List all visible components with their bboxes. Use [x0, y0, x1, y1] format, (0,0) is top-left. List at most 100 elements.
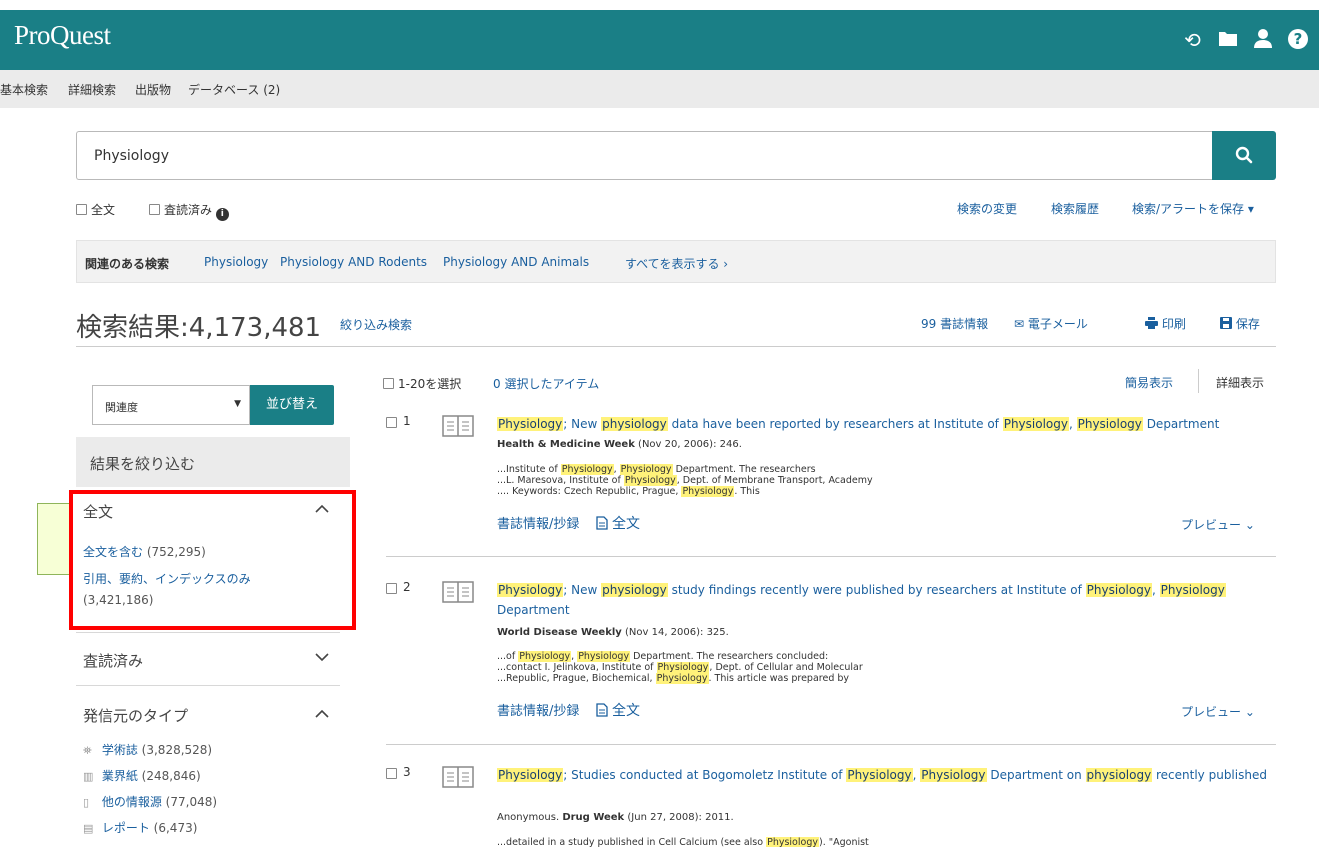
- source-type-item[interactable]: ▥ 業界紙 (248,846): [83, 767, 201, 784]
- result-checkbox[interactable]: [386, 768, 397, 779]
- help-icon[interactable]: ?: [1280, 28, 1315, 55]
- related-search-link[interactable]: Physiology: [204, 255, 268, 269]
- cite-button[interactable]: 99 書誌情報: [921, 315, 988, 332]
- info-icon[interactable]: i: [215, 208, 229, 221]
- result-checkbox[interactable]: [386, 583, 397, 594]
- result-links: 書誌情報/抄録 全文: [497, 700, 640, 720]
- book-icon: [442, 414, 474, 438]
- nav-databases[interactable]: データベース (2): [188, 81, 280, 98]
- result-title[interactable]: Physiology; New physiology data have bee…: [497, 414, 1267, 434]
- detailed-view-link[interactable]: 詳細表示: [1216, 374, 1264, 391]
- results-count-title: 検索結果:4,173,481: [76, 313, 322, 343]
- save-search-alert-link[interactable]: 検索/アラートを保存 ▾: [1132, 200, 1254, 217]
- scholarly-journal-icon: ⛯: [83, 744, 92, 757]
- result-title[interactable]: Physiology; New physiology study finding…: [497, 580, 1267, 620]
- select-all-checkbox[interactable]: [383, 378, 394, 389]
- other-sources-icon: ▯: [83, 796, 90, 809]
- user-icon[interactable]: [1245, 28, 1280, 55]
- related-searches-label: 関連のある検索: [85, 257, 170, 271]
- source-type-label: 業界紙: [101, 769, 138, 783]
- save-button[interactable]: 保存: [1220, 315, 1260, 332]
- search-box: [76, 131, 1213, 180]
- result-title[interactable]: Physiology; Studies conducted at Bogomol…: [497, 765, 1267, 785]
- proquest-logo[interactable]: ProQuest: [14, 20, 111, 51]
- result-number: 3: [403, 765, 411, 779]
- refine-search-link[interactable]: 絞り込み検索: [340, 316, 412, 333]
- preview-link[interactable]: プレビュー ⌄: [1181, 703, 1255, 720]
- sort-select[interactable]: 関連度 ▼: [92, 385, 250, 425]
- source-type-label: 他の情報源: [101, 795, 162, 809]
- source-type-count: (6,473): [153, 821, 198, 835]
- chevron-down-icon[interactable]: [315, 650, 329, 666]
- divider: [386, 744, 1276, 745]
- result-snippet: ...Institute of Physiology, Physiology D…: [497, 464, 873, 497]
- select-range-label: 1-20を選択: [398, 377, 462, 391]
- book-icon: [442, 580, 474, 604]
- related-searches: 関連のある検索 Physiology Physiology AND Rodent…: [76, 240, 1276, 283]
- folder-icon[interactable]: [1210, 28, 1245, 55]
- nav-publications[interactable]: 出版物: [135, 81, 171, 98]
- history-icon[interactable]: ⟲: [1175, 28, 1210, 55]
- divider: [1198, 369, 1199, 393]
- nav-bar: 基本検索 詳細検索 出版物 データベース (2): [0, 70, 1319, 108]
- result-number: 2: [403, 580, 411, 594]
- source-type-count: (77,048): [165, 795, 218, 809]
- fulltext-link[interactable]: 全文: [595, 700, 640, 720]
- result-source-detail: (Nov 14, 2006): 325.: [621, 627, 729, 638]
- save-label: 保存: [1235, 317, 1260, 331]
- preview-link[interactable]: プレビュー ⌄: [1181, 516, 1255, 533]
- facet-peer-reviewed-title[interactable]: 査読済み: [83, 650, 143, 671]
- nav-advanced-search[interactable]: 詳細検索: [68, 81, 116, 98]
- search-icon: [1235, 142, 1253, 166]
- related-search-link[interactable]: Physiology AND Animals: [443, 255, 589, 269]
- modify-search-link[interactable]: 検索の変更: [957, 200, 1017, 217]
- source-type-label: レポート: [101, 821, 150, 835]
- result-author: Anonymous.: [497, 812, 563, 823]
- header-icons: ⟲ ?: [1175, 28, 1315, 55]
- result-publication[interactable]: Drug Week: [562, 812, 624, 823]
- fulltext-checkbox-row[interactable]: 全文: [76, 201, 115, 218]
- brief-view-link[interactable]: 簡易表示: [1125, 374, 1173, 391]
- result-source-detail: (Nov 20, 2006): 246.: [634, 439, 742, 450]
- result-checkbox[interactable]: [386, 417, 397, 428]
- selected-items-link[interactable]: 0 選択したアイテム: [493, 375, 599, 392]
- result-links: 書誌情報/抄録 全文: [497, 513, 640, 533]
- sort-button[interactable]: 並び替え: [250, 385, 334, 425]
- document-icon: [595, 516, 612, 532]
- report-icon: ▤: [83, 822, 94, 835]
- source-type-item[interactable]: ▯ 他の情報源 (77,048): [83, 793, 217, 810]
- peer-reviewed-checkbox-label: 査読済み: [164, 203, 213, 217]
- peer-reviewed-checkbox-row[interactable]: 査読済み i: [149, 201, 229, 221]
- source-type-item[interactable]: ⛯ 学術誌 (3,828,528): [83, 741, 212, 758]
- peer-reviewed-checkbox[interactable]: [149, 204, 160, 215]
- annotation-callout: [37, 503, 69, 575]
- result-publication[interactable]: Health & Medicine Week: [497, 439, 635, 450]
- email-button[interactable]: ✉ 電子メール: [1014, 315, 1088, 332]
- source-type-item[interactable]: ▤ レポート (6,473): [83, 819, 197, 836]
- search-button[interactable]: [1212, 131, 1276, 180]
- divider: [76, 346, 1276, 347]
- result-snippet: ...of Physiology, Physiology Department.…: [497, 651, 863, 684]
- svg-text:?: ?: [1293, 30, 1302, 48]
- related-search-link[interactable]: Physiology AND Rodents: [280, 255, 427, 269]
- fulltext-label: 全文: [611, 703, 640, 719]
- abstract-link[interactable]: 書誌情報/抄録: [497, 704, 579, 719]
- abstract-link[interactable]: 書誌情報/抄録: [497, 517, 579, 532]
- select-range[interactable]: 1-20を選択: [383, 375, 461, 392]
- print-button[interactable]: 印刷: [1145, 315, 1186, 332]
- chevron-up-icon[interactable]: [315, 706, 329, 722]
- fulltext-link[interactable]: 全文: [595, 513, 640, 533]
- sort-select-value: 関連度: [105, 401, 138, 414]
- search-input[interactable]: [77, 132, 1213, 179]
- divider: [76, 685, 340, 686]
- show-all-related-link[interactable]: すべてを表示する ›: [625, 255, 728, 272]
- result-snippet: ...detailed in a study published in Cell…: [497, 837, 869, 847]
- nav-basic-search[interactable]: 基本検索: [0, 81, 48, 98]
- facet-source-type-title[interactable]: 発信元のタイプ: [83, 705, 188, 726]
- save-icon: [1220, 317, 1236, 331]
- search-history-link[interactable]: 検索履歴: [1051, 200, 1099, 217]
- result-number: 1: [403, 414, 411, 428]
- result-publication[interactable]: World Disease Weekly: [497, 627, 622, 638]
- fulltext-checkbox[interactable]: [76, 204, 87, 215]
- result-source-detail: (Jun 27, 2008): 2011.: [624, 812, 734, 823]
